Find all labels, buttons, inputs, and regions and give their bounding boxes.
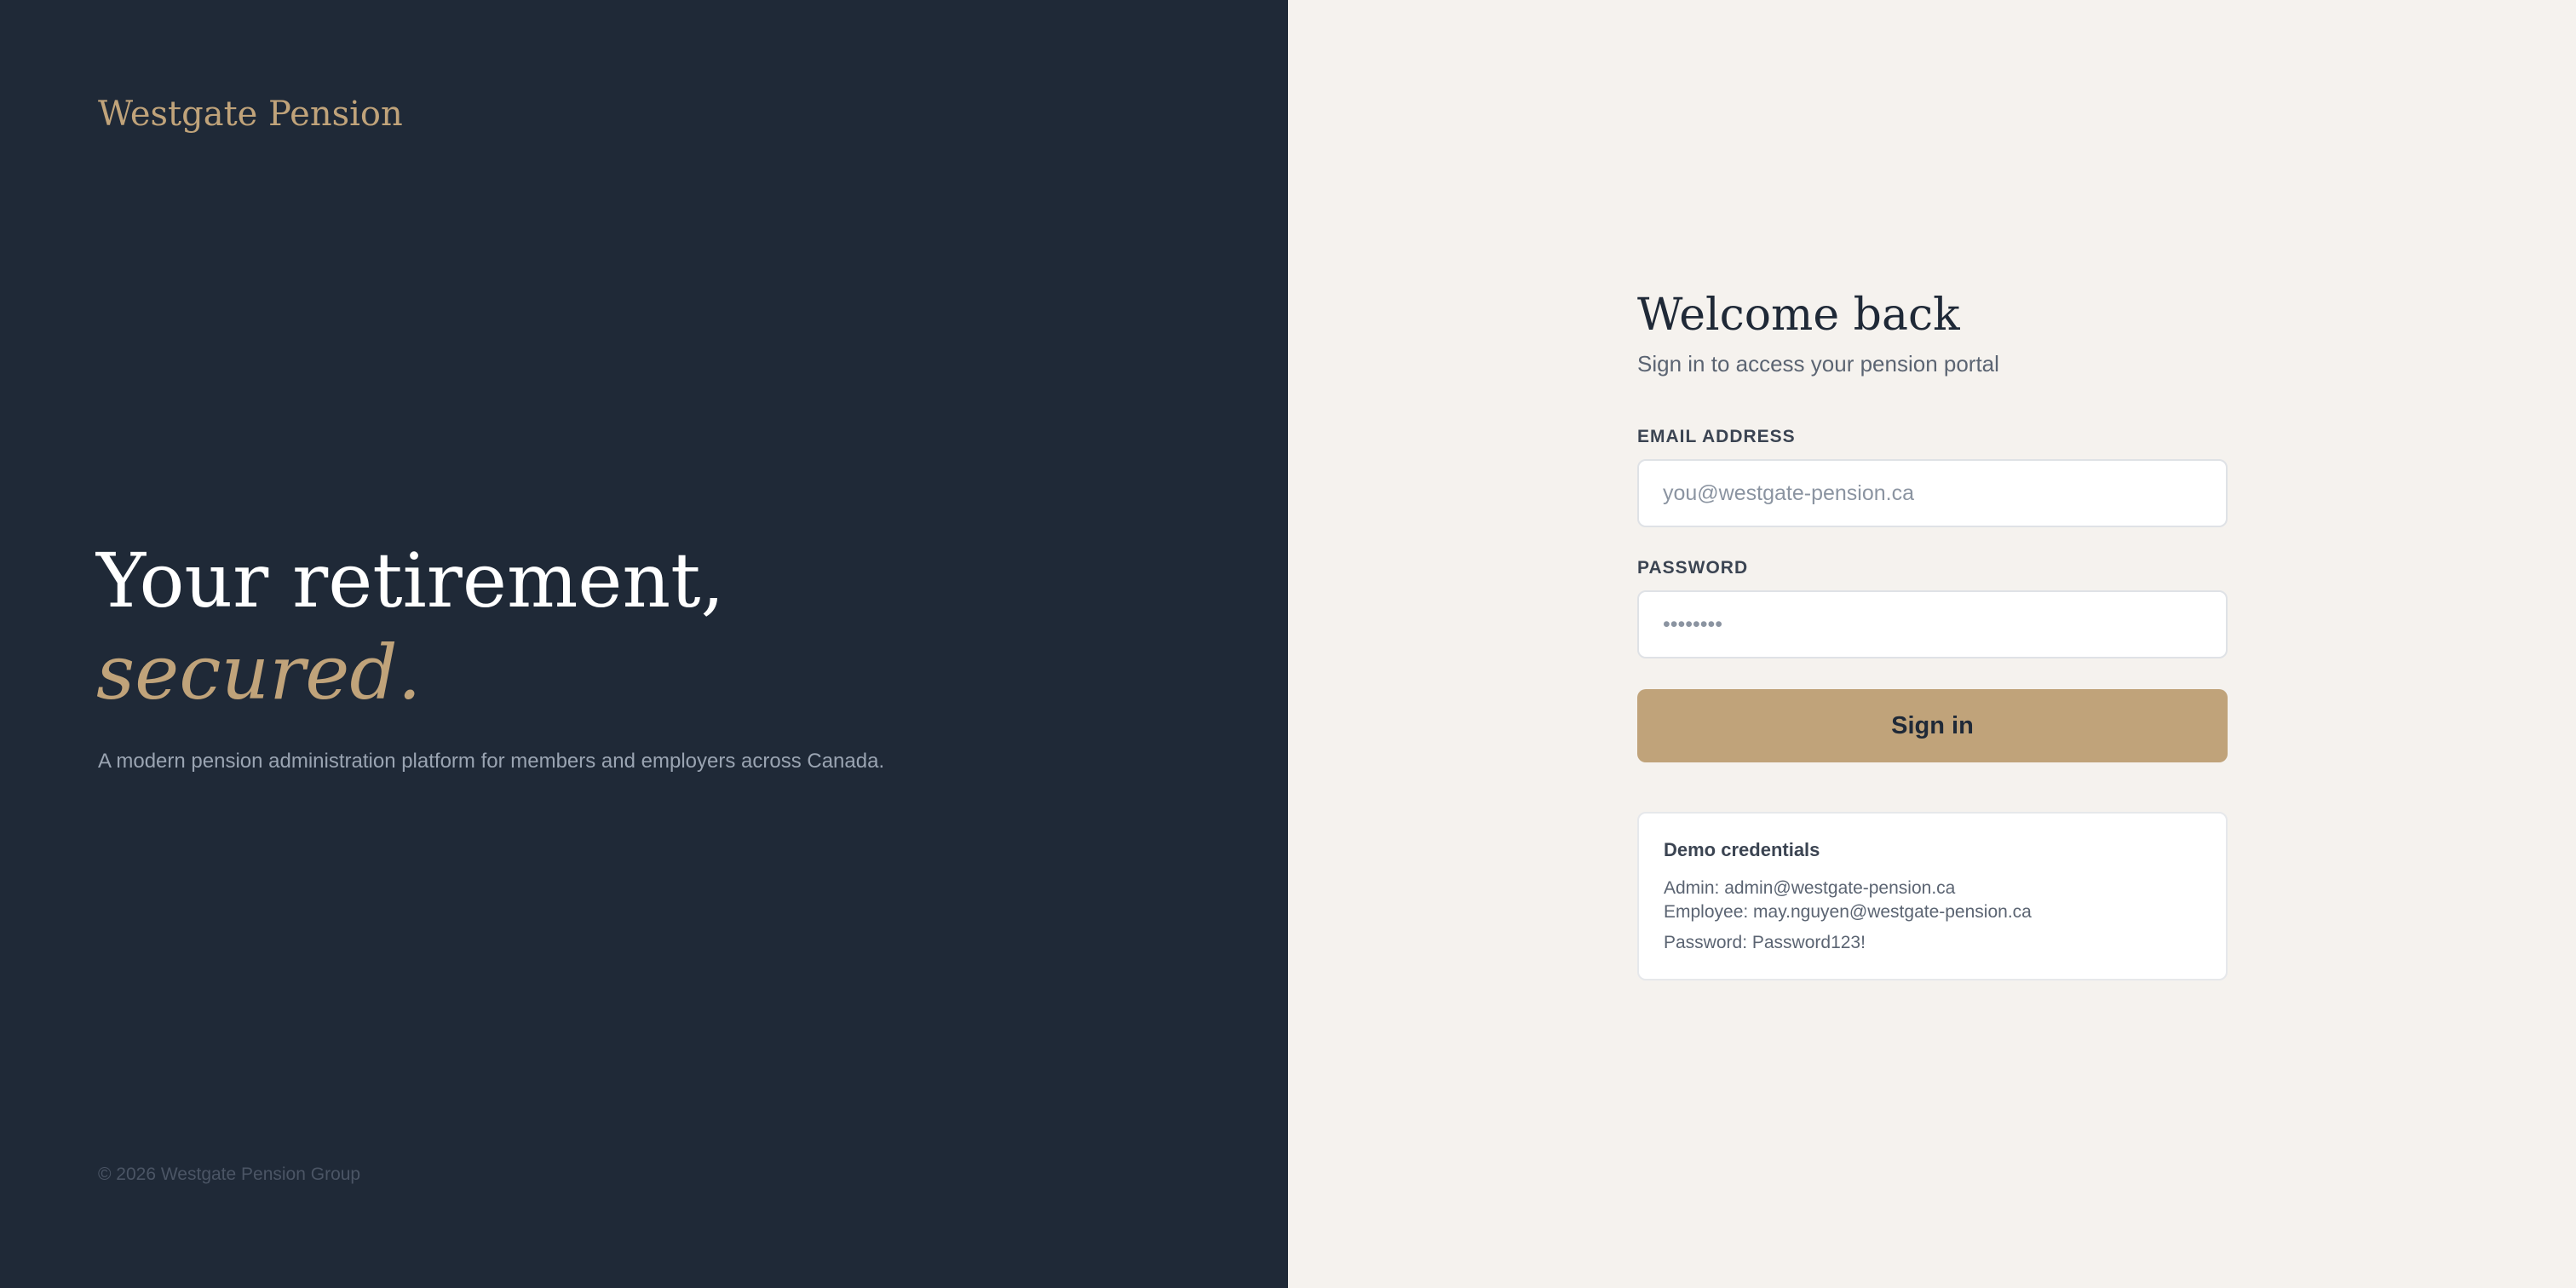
sign-in-button[interactable]: Sign in [1637,689,2228,762]
login-panel: Welcome back Sign in to access your pens… [1288,0,2576,1288]
email-label: Email address [1637,427,1796,446]
login-subtitle: Sign in to access your pension portal [1637,351,1999,377]
brand-logo: Westgate Pension [98,95,403,134]
hero-headline: Your retirement, [96,537,725,624]
hero: Your retirement, secured. A modern pensi… [96,535,1204,773]
password-input[interactable] [1637,590,2228,658]
email-input[interactable] [1637,459,2228,527]
demo-password-credential: Password: Password123! [1664,933,1866,952]
demo-admin-credential: Admin: admin@westgate-pension.ca [1664,878,1956,898]
demo-credentials-title: Demo credentials [1664,839,1820,860]
copyright: © 2026 Westgate Pension Group [98,1164,361,1184]
hero-subtitle: A modern pension administration platform… [98,750,885,773]
hero-headline-accent: secured. [96,629,422,716]
password-label: Password [1637,558,1749,578]
login-title: Welcome back [1637,290,1960,341]
brand-panel: Westgate Pension Your retirement, secure… [0,0,1288,1288]
demo-credentials-card: Demo credentials Admin: admin@westgate-p… [1637,812,2228,980]
login-form: Welcome back Sign in to access your pens… [1637,281,2228,980]
demo-employee-credential: Employee: may.nguyen@westgate-pension.ca [1664,902,2032,922]
